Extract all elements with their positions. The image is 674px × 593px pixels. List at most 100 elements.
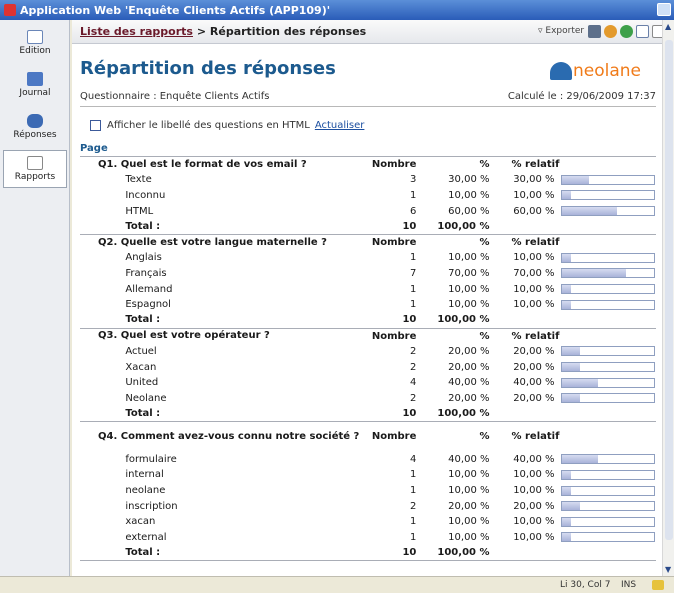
answer-row: formulaire 4 40,00 % 40,00 % xyxy=(80,452,656,468)
answer-percent: 10,00 % xyxy=(448,516,490,528)
status-icon xyxy=(652,580,664,590)
row-indent xyxy=(80,203,125,219)
answer-label: Texte xyxy=(125,174,152,186)
answer-label: United xyxy=(125,377,159,389)
maximize-button[interactable] xyxy=(657,3,671,16)
row-indent xyxy=(80,281,125,297)
column-header-count: Nombre xyxy=(363,156,417,173)
percentage-bar-fill xyxy=(561,300,571,309)
total-relative xyxy=(489,312,561,329)
answer-count: 1 xyxy=(410,485,417,497)
total-count: 10 xyxy=(363,218,417,235)
answer-row: internal 1 10,00 % 10,00 % xyxy=(80,467,656,483)
answer-percent: 10,00 % xyxy=(448,189,490,201)
percentage-bar xyxy=(560,362,655,373)
answer-relative-percent: 40,00 % xyxy=(513,377,555,389)
answer-label: xacan xyxy=(125,516,156,528)
answer-percent: 10,00 % xyxy=(448,299,490,311)
total-count: 10 xyxy=(363,545,417,562)
row-indent xyxy=(80,344,125,360)
answer-label: external xyxy=(125,531,167,543)
total-count: 10 xyxy=(363,312,417,329)
answer-relative-percent: 20,00 % xyxy=(513,500,555,512)
answer-bar-cell xyxy=(560,188,657,204)
scroll-thumb[interactable] xyxy=(665,40,673,540)
answer-row: Anglais 1 10,00 % 10,00 % xyxy=(80,250,656,266)
question-header-row: Q2. Quelle est votre langue maternelle ?… xyxy=(80,233,656,251)
html-option: Afficher le libellé des questions en HTM… xyxy=(90,120,364,131)
answer-relative-percent: 70,00 % xyxy=(513,267,555,279)
percentage-bar-fill xyxy=(561,378,599,387)
refresh-link[interactable]: Actualiser xyxy=(315,120,365,131)
sidebar-item-reponses[interactable]: Réponses xyxy=(3,108,67,146)
answer-relative-percent: 10,00 % xyxy=(513,299,555,311)
percentage-bar-fill xyxy=(561,285,571,294)
bar-header xyxy=(560,156,656,173)
answer-row: Allemand 1 10,00 % 10,00 % xyxy=(80,281,656,297)
answer-bar-cell xyxy=(560,483,657,499)
total-label: Total : xyxy=(125,545,364,562)
answer-percent: 10,00 % xyxy=(448,252,490,264)
column-header-count: Nombre xyxy=(363,233,417,251)
vertical-scrollbar[interactable]: ▲ ▼ xyxy=(662,20,674,576)
neolane-logo-text: neolane xyxy=(573,61,642,81)
html-label-checkbox[interactable] xyxy=(90,120,101,131)
html-option-label: Afficher le libellé des questions en HTM… xyxy=(107,120,310,131)
scroll-down-icon[interactable]: ▼ xyxy=(665,565,671,574)
answer-percent: 40,00 % xyxy=(448,453,490,465)
section-label: Page xyxy=(80,143,108,154)
total-bar-cell xyxy=(560,545,656,562)
toolbar: Liste des rapports > Répartition des rép… xyxy=(72,20,665,44)
answer-percent: 10,00 % xyxy=(448,283,490,295)
question-title: Q4. Comment avez-vous connu notre sociét… xyxy=(80,421,364,452)
answer-row: inscription 2 20,00 % 20,00 % xyxy=(80,498,656,514)
answer-percent: 20,00 % xyxy=(448,500,490,512)
refresh-icon[interactable] xyxy=(620,25,633,38)
scroll-up-icon[interactable]: ▲ xyxy=(665,22,671,31)
percentage-bar-fill xyxy=(561,269,626,278)
sidebar-item-rapports[interactable]: Rapports xyxy=(3,150,67,188)
answer-bar-cell xyxy=(560,467,657,483)
percentage-bar xyxy=(560,393,655,404)
row-indent xyxy=(80,297,125,313)
sidebar-item-edition[interactable]: Edition xyxy=(3,24,67,62)
window-icon[interactable] xyxy=(636,25,649,38)
answer-relative-percent: 10,00 % xyxy=(513,485,555,497)
reports-icon xyxy=(27,156,43,170)
answer-bar-cell xyxy=(560,250,657,266)
percentage-bar xyxy=(560,284,655,295)
total-row: Total :10 100,00 % xyxy=(80,218,656,235)
page-title: Répartition des réponses xyxy=(80,58,336,79)
toolbar-icons xyxy=(588,25,665,38)
answer-relative-percent: 20,00 % xyxy=(513,361,555,373)
answer-count: 7 xyxy=(410,267,417,279)
answer-bar-cell xyxy=(560,281,657,297)
breadcrumb-link-reports[interactable]: Liste des rapports xyxy=(80,25,193,38)
total-row: Total :10 100,00 % xyxy=(80,545,656,562)
globe-icon[interactable] xyxy=(604,25,617,38)
export-menu[interactable]: ▿ Exporter xyxy=(538,26,584,36)
percentage-bar xyxy=(560,299,655,310)
percentage-bar xyxy=(560,206,655,217)
journal-icon xyxy=(27,72,43,86)
percentage-bar-fill xyxy=(561,486,571,495)
percentage-bar-fill xyxy=(561,533,571,542)
sidebar-item-journal[interactable]: Journal xyxy=(3,66,67,104)
answer-label: Xacan xyxy=(125,361,157,373)
calculated-date: Calculé le : 29/06/2009 17:37 xyxy=(507,91,656,102)
question-header-row: Q3. Quel est votre opérateur ? Nombre%% r… xyxy=(80,327,656,344)
cursor-position: Li 30, Col 7 xyxy=(560,580,611,590)
export-label: Exporter xyxy=(545,26,585,36)
neolane-logo: neolane xyxy=(550,60,641,82)
answer-bar-cell xyxy=(560,530,657,546)
total-count: 10 xyxy=(363,406,417,423)
row-indent xyxy=(80,545,126,562)
answer-percent: 20,00 % xyxy=(448,345,490,357)
answer-count: 2 xyxy=(410,392,417,404)
answer-percent: 30,00 % xyxy=(448,174,490,186)
answer-relative-percent: 10,00 % xyxy=(513,469,555,481)
percentage-bar xyxy=(560,532,655,543)
print-icon[interactable] xyxy=(588,25,601,38)
answer-label: Inconnu xyxy=(125,189,166,201)
total-bar-cell xyxy=(560,312,656,329)
